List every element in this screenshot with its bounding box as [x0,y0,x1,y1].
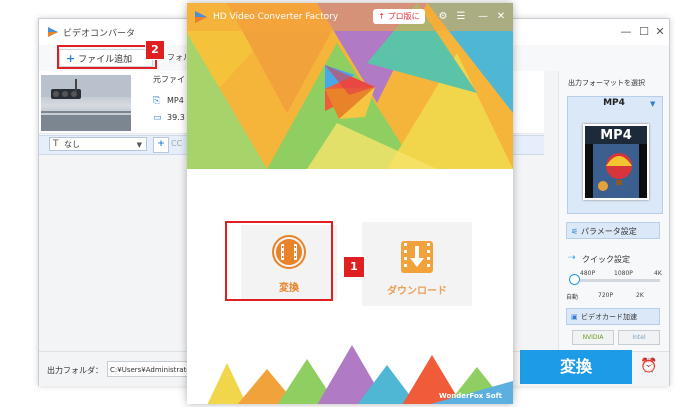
subtitle-select[interactable]: なし ▼ [49,137,147,151]
text-t-icon: T [53,139,59,149]
quality-tick-480p: 480P [580,270,596,277]
step2-badge: 2 [145,40,165,60]
alarm-clock-icon[interactable]: ⏰ [640,358,658,376]
source-file-label: 元ファイ [153,75,185,84]
quality-tick-4k: 4K [654,270,662,277]
quality-slider-handle[interactable] [569,274,580,285]
step1-highlight-box [225,221,333,301]
parameter-settings-label: パラメータ設定 [581,227,637,236]
download-video-icon [401,241,433,273]
format-dropdown-arrow-icon[interactable]: ▼ [650,100,655,108]
file-format: MP4 [167,96,184,105]
chevron-down-icon: ▼ [136,141,142,149]
video-thumbnail [41,75,131,131]
launcher-title: HD Video Converter Factory [213,12,339,22]
quality-tick-1080p: 1080P [614,270,633,277]
download-card-label: ダウンロード [387,286,447,297]
format-icon: ⎘ [153,96,161,106]
cc-icon[interactable]: CC [171,137,182,151]
mp4-format-icon-label: MP4 [600,128,632,143]
chip-icon: ▣ [571,313,578,321]
close-icon[interactable]: ✕ [493,9,509,24]
output-format-name: MP4 [603,98,625,108]
quality-tick-auto: 自動 [566,294,579,301]
file-size: 39.3 [167,113,185,122]
step2-highlight-box [57,45,157,69]
minimize-button[interactable]: — [617,23,635,41]
settings-gear-icon[interactable]: ⚙ [435,9,451,24]
menu-list-icon[interactable]: ☰ [453,9,469,24]
app-logo-icon [48,27,58,37]
quick-settings-label: クイック設定 [582,255,630,264]
step1-badge: 1 [343,256,365,278]
upgrade-pro-button[interactable]: ↑ プロ版に [373,9,425,24]
brand-label: WonderFox Soft [439,392,502,400]
gpu-acceleration-label: ビデオカード加速 [581,313,637,321]
quality-tick-720p: 720P [598,292,614,299]
window-title: ビデオコンバータ [63,29,136,39]
launcher-window: HD Video Converter Factory ↑ プロ版に ⚙ ☰ — … [187,3,513,404]
convert-button[interactable]: 変換 [520,350,632,384]
mp4-format-icon: MP4 [583,124,649,200]
gpu-acceleration-button[interactable]: ▣ ビデオカード加速 [566,308,660,325]
intel-badge: Intel [618,330,660,345]
play-logo-icon [325,65,375,119]
lightning-icon: ⇢ [568,253,576,263]
sliders-icon: ⚟ [571,227,579,236]
upgrade-pro-label: プロ版に [387,12,420,21]
download-card[interactable]: ダウンロード [362,222,472,306]
nvidia-badge: NVIDIA [572,330,614,345]
quality-tick-2k: 2K [636,292,644,299]
pro-arrow-icon: ↑ [378,12,386,21]
launcher-logo-icon [195,11,207,23]
close-button[interactable]: ✕ [651,23,669,41]
traffic-light-thumbnail-icon [41,75,131,131]
quality-slider-track[interactable] [574,279,660,282]
subtitle-value: なし [64,140,80,149]
add-subtitle-button[interactable]: + [153,137,169,153]
parameter-settings-button[interactable]: ⚟ パラメータ設定 [566,222,660,239]
output-format-title: 出力フォーマットを選択 [568,79,645,87]
output-folder-label: 出力フォルダ： [47,366,103,375]
minimize-icon[interactable]: — [475,9,491,24]
folder-icon: ▭ [153,113,162,123]
